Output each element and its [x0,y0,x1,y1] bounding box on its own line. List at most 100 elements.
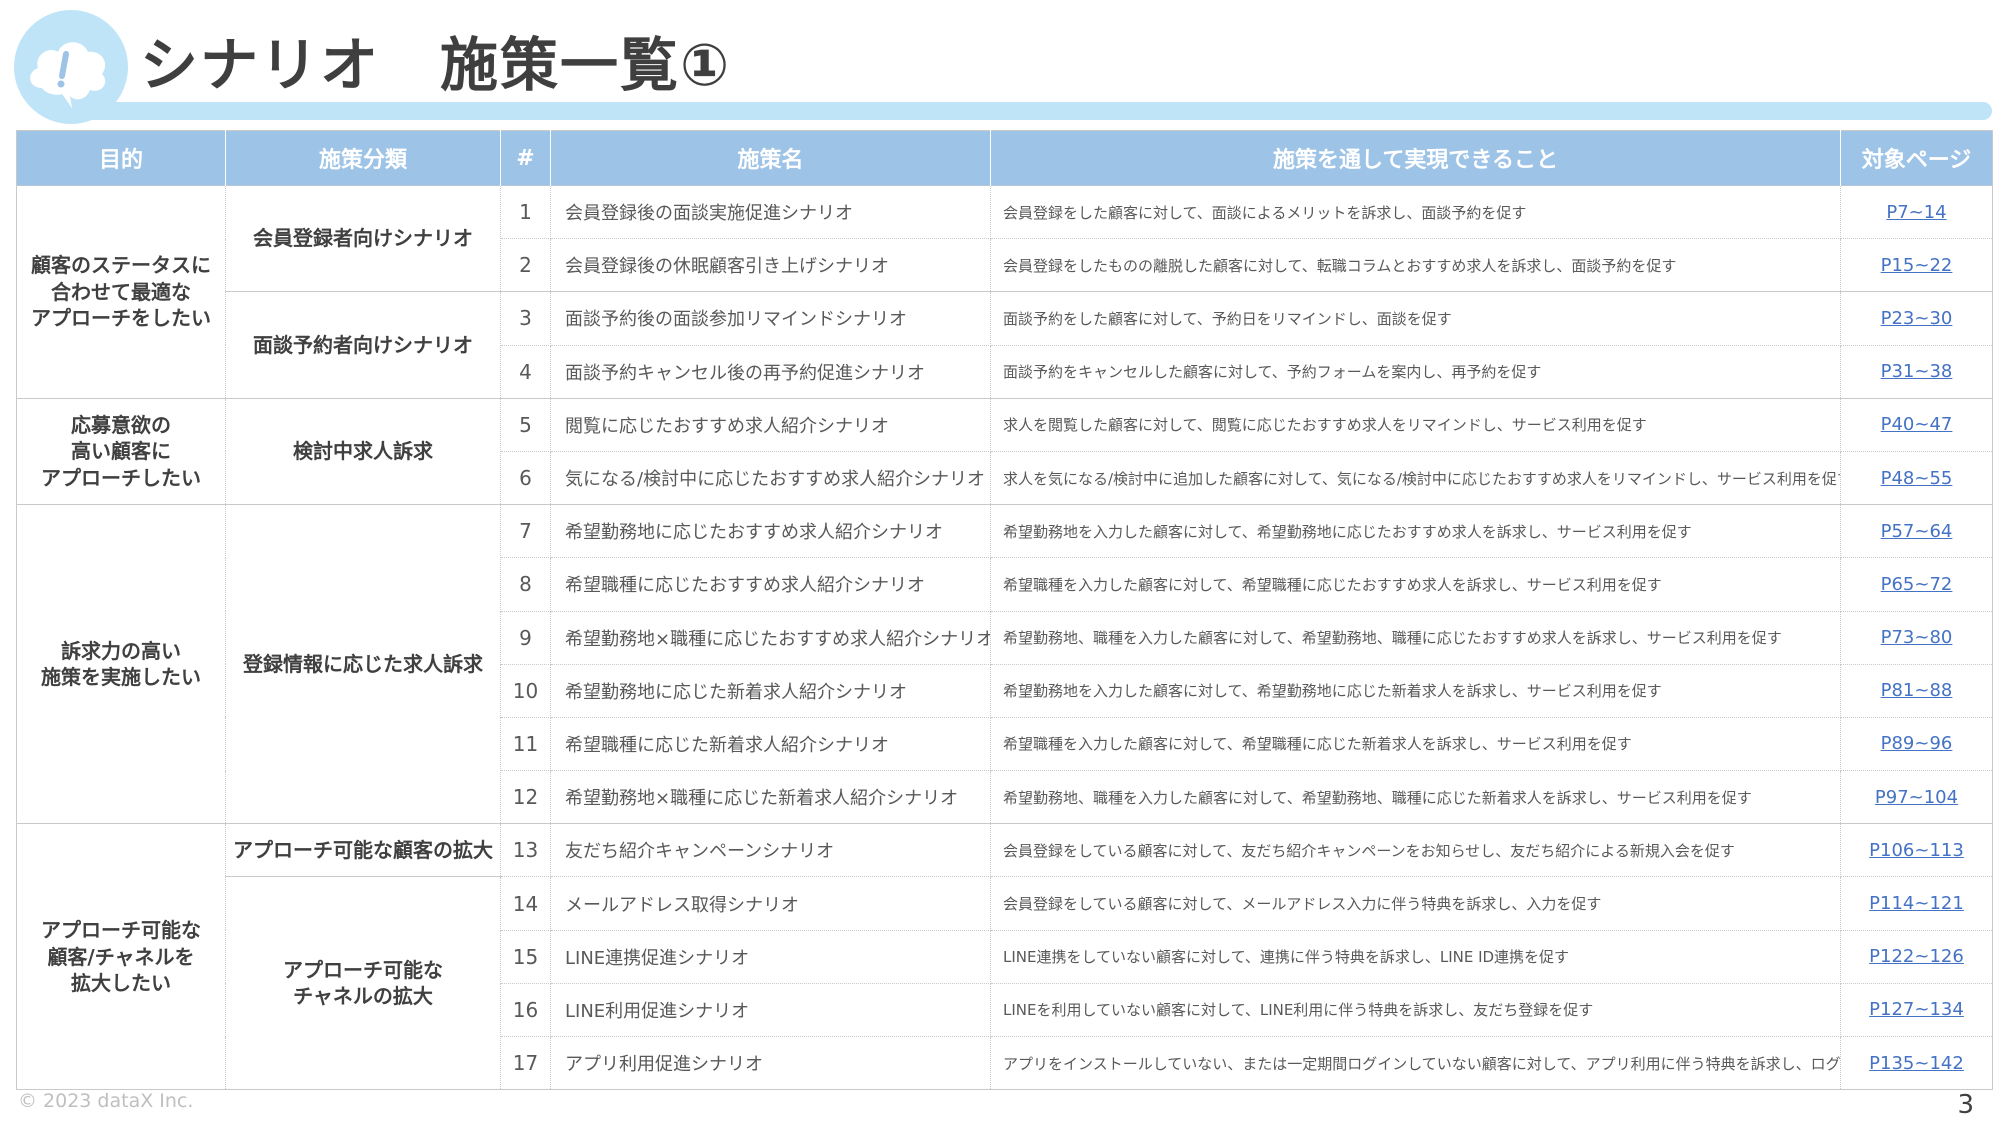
scenario-description: 希望職種を入力した顧客に対して、希望職種に応じた新着求人を訴求し、サービス利用を… [990,716,1841,772]
page-cell: P135~142 [1840,1035,1993,1091]
scenario-description: 会員登録をした顧客に対して、面談によるメリットを訴求し、面談予約を促す [990,184,1841,240]
scenario-description: 希望勤務地を入力した顧客に対して、希望勤務地に応じた新着求人を訴求し、サービス利… [990,663,1841,718]
scenario-name: 閲覧に応じたおすすめ求人紹介シナリオ [550,397,991,452]
page-cell: P114~121 [1840,876,1993,931]
page-cell: P31~38 [1840,344,1993,399]
page-link[interactable]: P57~64 [1881,521,1953,542]
category-cell: 登録情報に応じた求人訴求 [225,504,501,825]
page-link[interactable]: P15~22 [1881,255,1953,276]
row-number: 2 [500,238,551,293]
cloud-exclamation-icon [30,42,106,108]
scenario-name: 友だち紹介キャンペーンシナリオ [550,823,991,878]
row-number: 6 [500,450,551,506]
scenario-description: LINE連携をしていない顧客に対して、連携に伴う特典を訴求し、LINE ID連携… [990,929,1841,984]
column-header-name: 施策名 [550,130,991,186]
scenario-name: 面談予約後の面談参加リマインドシナリオ [550,291,991,346]
scenario-name: 会員登録後の休眠顧客引き上げシナリオ [550,238,991,293]
scenario-name: メールアドレス取得シナリオ [550,876,991,931]
page-cell: P48~55 [1840,450,1993,506]
purpose-cell: 訴求力の高い 施策を実施したい [16,504,226,825]
scenario-name: 希望勤務地に応じたおすすめ求人紹介シナリオ [550,504,991,559]
page-cell: P81~88 [1840,663,1993,718]
row-number: 12 [500,770,551,825]
page-cell: P89~96 [1840,716,1993,772]
scenario-name: アプリ利用促進シナリオ [550,1035,991,1091]
page-link[interactable]: P135~142 [1869,1053,1964,1074]
row-number: 17 [500,1035,551,1091]
row-number: 10 [500,663,551,718]
page-link[interactable]: P73~80 [1881,627,1953,648]
scenario-description: アプリをインストールしていない、または一定期間ログインしていない顧客に対して、ア… [990,1035,1841,1091]
scenario-table: 目的 施策分類 # 施策名 施策を通して実現できること 対象ページ 顧客のステー… [16,130,1993,1091]
page-link[interactable]: P31~38 [1881,361,1953,382]
page-link[interactable]: P81~88 [1881,680,1953,701]
page-cell: P97~104 [1840,770,1993,825]
scenario-name: LINE利用促進シナリオ [550,982,991,1038]
table-row: 訴求力の高い 施策を実施したい 登録情報に応じた求人訴求 7 希望勤務地に応じた… [16,504,1993,825]
scenario-name: 希望勤務地に応じた新着求人紹介シナリオ [550,663,991,718]
column-header-description: 施策を通して実現できること [990,130,1841,186]
page-link[interactable]: P40~47 [1881,414,1953,435]
scenario-name: 希望勤務地×職種に応じた新着求人紹介シナリオ [550,770,991,825]
title-underline-bar [70,102,1992,120]
scenario-description: 面談予約をキャンセルした顧客に対して、予約フォームを案内し、再予約を促す [990,344,1841,399]
purpose-cell: 応募意欲の 高い顧客に アプローチしたい [16,397,226,506]
page-cell: P40~47 [1840,397,1993,452]
page-link[interactable]: P89~96 [1881,733,1953,754]
column-header-number: # [500,130,551,186]
column-header-category: 施策分類 [225,130,501,186]
scenario-description: 希望職種を入力した顧客に対して、希望職種に応じたおすすめ求人を訴求し、サービス利… [990,557,1841,612]
scenario-description: 会員登録をしている顧客に対して、メールアドレス入力に伴う特典を訴求し、入力を促す [990,876,1841,931]
row-number: 3 [500,291,551,346]
row-number: 4 [500,344,551,399]
table-row: アプローチ可能な チャネルの拡大 14 メールアドレス取得シナリオ 会員登録をし… [17,876,1993,1091]
page-cell: P7~14 [1840,184,1993,240]
copyright-text: © 2023 dataX Inc. [18,1090,194,1112]
scenario-description: 面談予約をした顧客に対して、予約日をリマインドし、面談を促す [990,291,1841,346]
row-number: 16 [500,982,551,1038]
column-header-purpose: 目的 [16,130,226,186]
page-link[interactable]: P114~121 [1869,893,1964,914]
scenario-name: 希望職種に応じたおすすめ求人紹介シナリオ [550,557,991,612]
purpose-cell: アプローチ可能な 顧客/チャネルを 拡大したい [16,823,226,1091]
page-number: 3 [1957,1090,1974,1120]
category-cell: アプローチ可能な顧客の拡大 [225,823,501,878]
page-cell: P15~22 [1840,238,1993,293]
row-number: 14 [500,876,551,931]
category-cell: 面談予約者向けシナリオ [225,291,501,399]
page-link[interactable]: P106~113 [1869,840,1964,861]
table-header-row: 目的 施策分類 # 施策名 施策を通して実現できること 対象ページ [16,130,1993,186]
scenario-name: 面談予約キャンセル後の再予約促進シナリオ [550,344,991,399]
page-cell: P23~30 [1840,291,1993,346]
page-link[interactable]: P122~126 [1869,946,1964,967]
scenario-name: 会員登録後の面談実施促進シナリオ [550,184,991,240]
scenario-name: 気になる/検討中に応じたおすすめ求人紹介シナリオ [550,450,991,506]
page-cell: P73~80 [1840,610,1993,665]
scenario-description: 希望勤務地、職種を入力した顧客に対して、希望勤務地、職種に応じたおすすめ求人を訴… [990,610,1841,665]
scenario-name: 希望職種に応じた新着求人紹介シナリオ [550,716,991,772]
page-link[interactable]: P23~30 [1881,308,1953,329]
page-cell: P122~126 [1840,929,1993,984]
scenario-description: 求人を閲覧した顧客に対して、閲覧に応じたおすすめ求人をリマインドし、サービス利用… [990,397,1841,452]
scenario-name: LINE連携促進シナリオ [550,929,991,984]
page-link[interactable]: P127~134 [1869,999,1964,1020]
row-number: 13 [500,823,551,878]
page-cell: P106~113 [1840,823,1993,878]
page-link[interactable]: P7~14 [1886,202,1946,223]
page-link[interactable]: P97~104 [1875,787,1958,808]
row-number: 9 [500,610,551,665]
page-link[interactable]: P65~72 [1881,574,1953,595]
table-row: 面談予約者向けシナリオ 3 面談予約後の面談参加リマインドシナリオ 面談予約をし… [17,291,1993,399]
row-number: 5 [500,397,551,452]
scenario-description: 会員登録をしたものの離脱した顧客に対して、転職コラムとおすすめ求人を訴求し、面談… [990,238,1841,293]
purpose-cell: 顧客のステータスに 合わせて最適な アプローチをしたい [16,185,226,399]
table-row: アプローチ可能な 顧客/チャネルを 拡大したい アプローチ可能な顧客の拡大 13… [16,823,1993,1091]
page-link[interactable]: P48~55 [1881,468,1953,489]
category-cell: アプローチ可能な チャネルの拡大 [225,876,501,1091]
column-header-page: 対象ページ [1840,130,1993,186]
page-title: シナリオ 施策一覧① [140,31,732,99]
row-number: 15 [500,929,551,984]
scenario-name: 希望勤務地×職種に応じたおすすめ求人紹介シナリオ [550,610,991,665]
table-row: 応募意欲の 高い顧客に アプローチしたい 検討中求人訴求 5 閲覧に応じたおすす… [16,397,1993,506]
scenario-description: 会員登録をしている顧客に対して、友だち紹介キャンペーンをお知らせし、友だち紹介に… [990,823,1841,878]
